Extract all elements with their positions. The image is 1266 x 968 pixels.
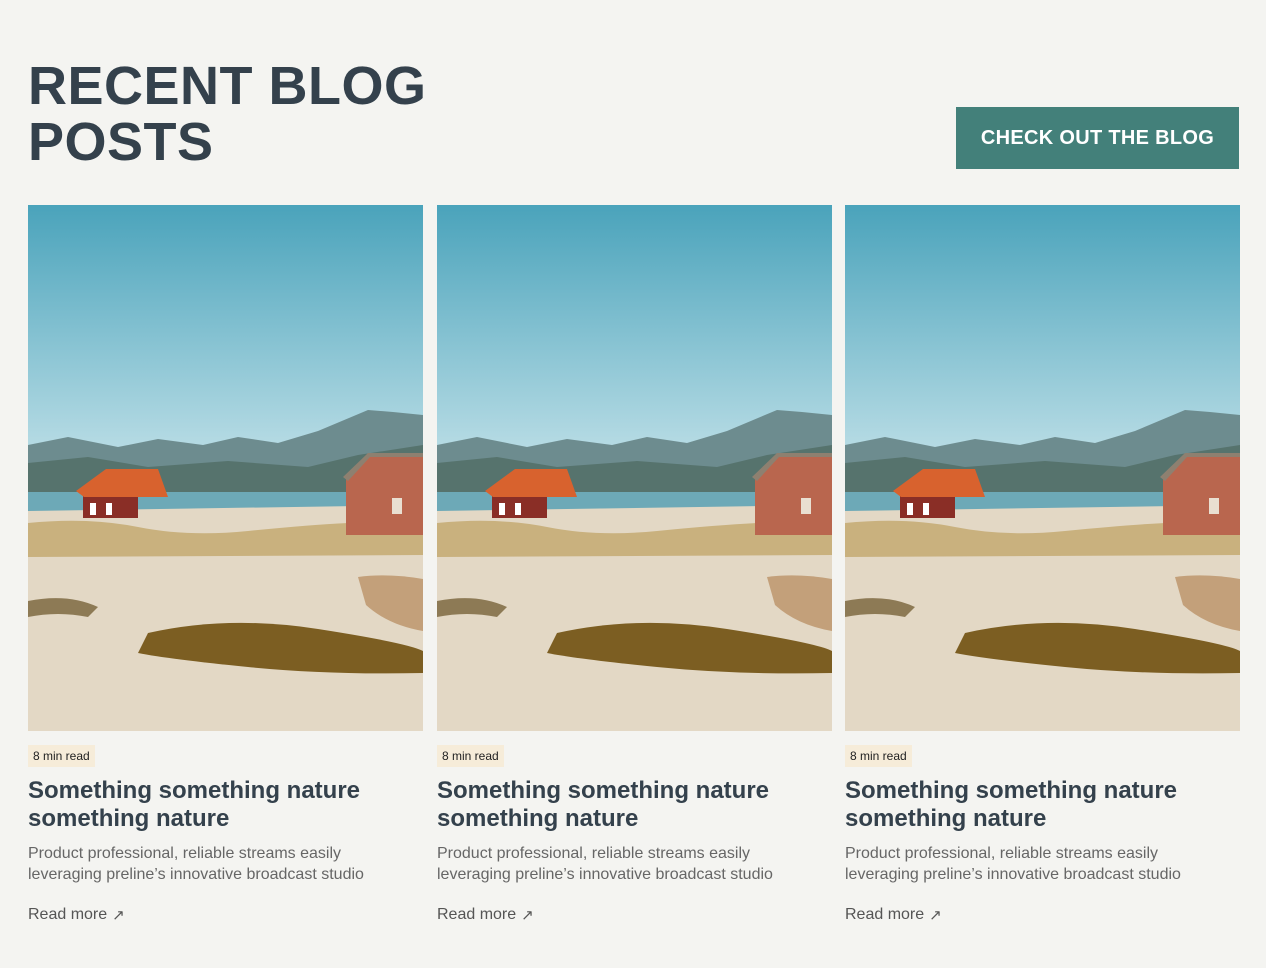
read-more-label: Read more: [845, 906, 925, 923]
blog-card[interactable]: 8 min read Something something nature so…: [845, 205, 1240, 924]
blog-post-excerpt: Product professional, reliable streams e…: [28, 845, 364, 883]
check-out-blog-button[interactable]: CHECK OUT THE BLOG: [956, 107, 1239, 169]
read-time-badge: 8 min read: [845, 745, 912, 767]
read-more-link[interactable]: Read more ↗: [845, 906, 942, 924]
blog-post-title[interactable]: Something something nature something nat…: [845, 777, 1240, 833]
blog-card[interactable]: 8 min read Something something nature so…: [28, 205, 423, 924]
read-more-label: Read more: [28, 906, 108, 923]
blog-post-title[interactable]: Something something nature something nat…: [437, 777, 832, 833]
blog-post-title[interactable]: Something something nature something nat…: [28, 777, 423, 833]
read-more-link[interactable]: Read more ↗: [437, 906, 534, 924]
read-time-badge: 8 min read: [28, 745, 95, 767]
arrow-up-right-icon: ↗: [929, 906, 942, 924]
blog-card[interactable]: 8 min read Something something nature so…: [437, 205, 832, 924]
read-more-link[interactable]: Read more ↗: [28, 906, 125, 924]
blog-card-image[interactable]: [28, 205, 423, 731]
blog-card-image[interactable]: [437, 205, 832, 731]
page-title: RECENT BLOG POSTS: [28, 56, 427, 172]
arrow-up-right-icon: ↗: [112, 906, 125, 924]
blog-post-excerpt: Product professional, reliable streams e…: [437, 845, 773, 883]
blog-card-image[interactable]: [845, 205, 1240, 731]
read-time-badge: 8 min read: [437, 745, 504, 767]
blog-post-excerpt: Product professional, reliable streams e…: [845, 845, 1181, 883]
read-more-label: Read more: [437, 906, 517, 923]
arrow-up-right-icon: ↗: [521, 906, 534, 924]
